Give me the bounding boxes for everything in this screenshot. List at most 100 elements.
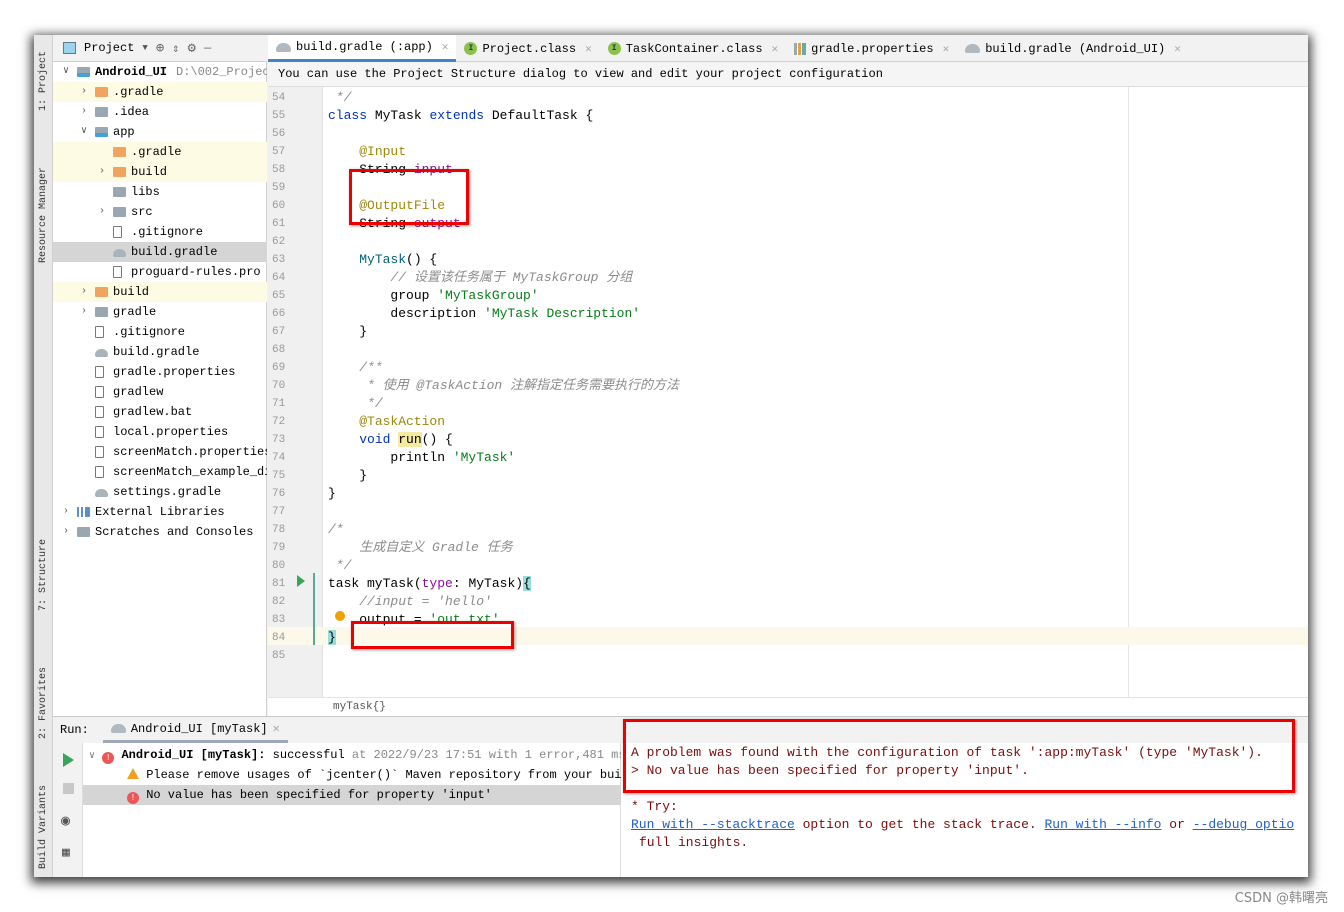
editor-tab[interactable]: build.gradle (:app) ✕ [268, 35, 457, 62]
chevron-right-icon[interactable]: › [81, 282, 87, 302]
eye-icon[interactable]: ◉ [61, 811, 70, 830]
tree-item[interactable]: settings.gradle [53, 482, 267, 502]
tree-item[interactable]: › .idea [53, 102, 267, 122]
tree-item[interactable]: libs [53, 182, 267, 202]
close-icon[interactable]: ✕ [273, 721, 280, 736]
tree-item[interactable]: › build [53, 282, 267, 302]
code-token: extends [429, 108, 485, 123]
console-text: or [1161, 817, 1193, 832]
tree-item-label: .gitignore [131, 225, 204, 239]
tree-item[interactable]: › .gradle [53, 82, 267, 102]
tree-item-label: .gitignore [113, 325, 186, 339]
run-gutter-icon[interactable] [297, 575, 305, 587]
run-tab[interactable]: Android_UI [myTask] ✕ [102, 717, 288, 743]
locate-icon[interactable]: ⊕ [156, 40, 164, 57]
tool-resource-manager[interactable]: Resource Manager [35, 155, 52, 275]
editor-tab[interactable]: gradle.properties ✕ [786, 35, 957, 62]
tree-item-label: build.gradle [113, 345, 200, 359]
code-line: 生成自定义 Gradle 任务 [328, 539, 512, 557]
warning-row[interactable]: Please remove usages of `jcenter()` Mave… [83, 765, 621, 785]
debug-link[interactable]: --debug optio [1193, 817, 1294, 832]
code-line: @TaskAction [328, 413, 445, 431]
chevron-down-icon[interactable]: ▼ [142, 43, 147, 53]
code-line: */ [328, 395, 383, 413]
stop-icon[interactable] [63, 783, 74, 794]
code-line: } [328, 323, 367, 341]
tool-project[interactable]: 1: Project [35, 41, 52, 121]
layout-icon[interactable]: ▦ [62, 845, 70, 860]
tool-build-variants[interactable]: Build Variants [35, 777, 52, 877]
gear-icon[interactable]: ⚙ [188, 40, 196, 57]
breadcrumb[interactable]: myTask{} [268, 697, 1308, 716]
tab-label: Project.class [482, 41, 577, 56]
folder-icon [113, 167, 126, 177]
chevron-down-icon[interactable]: ∨ [63, 62, 69, 82]
tree-item[interactable]: build.gradle [53, 242, 267, 262]
tree-item[interactable]: ∨ Android_UI D:\002_Projec [53, 62, 267, 82]
build-root-row[interactable]: ∨ ! Android_UI [myTask]: successful at 2… [83, 745, 621, 765]
tree-item[interactable]: screenMatch.properties [53, 442, 267, 462]
tab-label: build.gradle (:app) [296, 40, 433, 54]
tree-item[interactable]: ∨ app [53, 122, 267, 142]
chevron-down-icon[interactable]: ∨ [81, 122, 87, 142]
chevron-right-icon[interactable]: › [81, 82, 87, 102]
tree-item[interactable]: .gradle [53, 142, 267, 162]
tree-item[interactable]: local.properties [53, 422, 267, 442]
line-number: 73 [272, 434, 286, 446]
tree-item[interactable]: › gradle [53, 302, 267, 322]
tree-item[interactable]: build.gradle [53, 342, 267, 362]
tree-item[interactable]: proguard-rules.pro [53, 262, 267, 282]
minimize-icon[interactable]: — [204, 41, 211, 55]
tree-item[interactable]: › Scratches and Consoles [53, 522, 267, 542]
tree-item[interactable]: screenMatch_example_di [53, 462, 267, 482]
tree-item[interactable]: gradlew.bat [53, 402, 267, 422]
rerun-icon[interactable] [63, 753, 74, 767]
code-token: () { [421, 432, 453, 447]
close-icon[interactable]: ✕ [772, 42, 779, 56]
line-number: 72 [272, 416, 286, 428]
code-token: // 设置该任务属于 MyTaskGroup 分组 [390, 270, 633, 285]
chevron-right-icon[interactable]: › [99, 162, 105, 182]
tree-item[interactable]: .gitignore [53, 222, 267, 242]
tool-structure[interactable]: 7: Structure [35, 525, 52, 625]
code-token: : MyTask) [452, 576, 524, 591]
chevron-right-icon[interactable]: › [63, 522, 69, 542]
close-icon[interactable]: ✕ [943, 42, 950, 56]
editor-tab[interactable]: I TaskContainer.class ✕ [600, 35, 786, 62]
close-icon[interactable]: ✕ [1174, 42, 1181, 56]
tree-item-label: gradlew [113, 385, 164, 399]
console-line: Run with --stacktrace option to get the … [631, 816, 1294, 834]
bulb-icon[interactable] [335, 611, 345, 621]
tab-label: gradle.properties [811, 41, 934, 56]
code-editor[interactable]: 54 */ 55 class MyTask extends DefaultTask … [268, 87, 1308, 716]
stacktrace-link[interactable]: Run with --stacktrace [631, 817, 795, 832]
error-row[interactable]: ! No value has been specified for proper… [83, 785, 621, 805]
line-number: 84 [272, 632, 286, 644]
tree-item[interactable]: › build [53, 162, 267, 182]
highlight-box-console-error [623, 719, 1295, 793]
close-icon[interactable]: ✕ [585, 42, 592, 56]
tree-item[interactable]: .gitignore [53, 322, 267, 342]
editor-tab[interactable]: build.gradle (Android_UI) ✕ [957, 35, 1189, 62]
gradle-icon [965, 44, 981, 53]
tool-favorites[interactable]: 2: Favorites [35, 653, 52, 753]
tree-item[interactable]: › External Libraries [53, 502, 267, 522]
chevron-right-icon[interactable]: › [63, 502, 69, 522]
project-view-selector[interactable]: Project [84, 41, 134, 55]
info-link[interactable]: Run with --info [1044, 817, 1161, 832]
code-line: /** [328, 359, 382, 377]
code-token: 'MyTask' [452, 450, 516, 465]
chevron-right-icon[interactable]: › [81, 102, 87, 122]
tree-item[interactable]: › src [53, 202, 267, 222]
chevron-down-icon[interactable]: ∨ [89, 751, 95, 762]
line-number: 85 [272, 650, 286, 662]
editor-tab[interactable]: I Project.class ✕ [456, 35, 599, 62]
chevron-right-icon[interactable]: › [99, 202, 105, 222]
tree-item[interactable]: gradle.properties [53, 362, 267, 382]
tree-item-label: gradlew.bat [113, 405, 193, 419]
collapse-all-icon[interactable]: ⇕ [172, 41, 179, 56]
close-icon[interactable]: ✕ [442, 40, 449, 54]
chevron-right-icon[interactable]: › [81, 302, 87, 322]
tree-item[interactable]: gradlew [53, 382, 267, 402]
folder-icon [95, 107, 108, 117]
